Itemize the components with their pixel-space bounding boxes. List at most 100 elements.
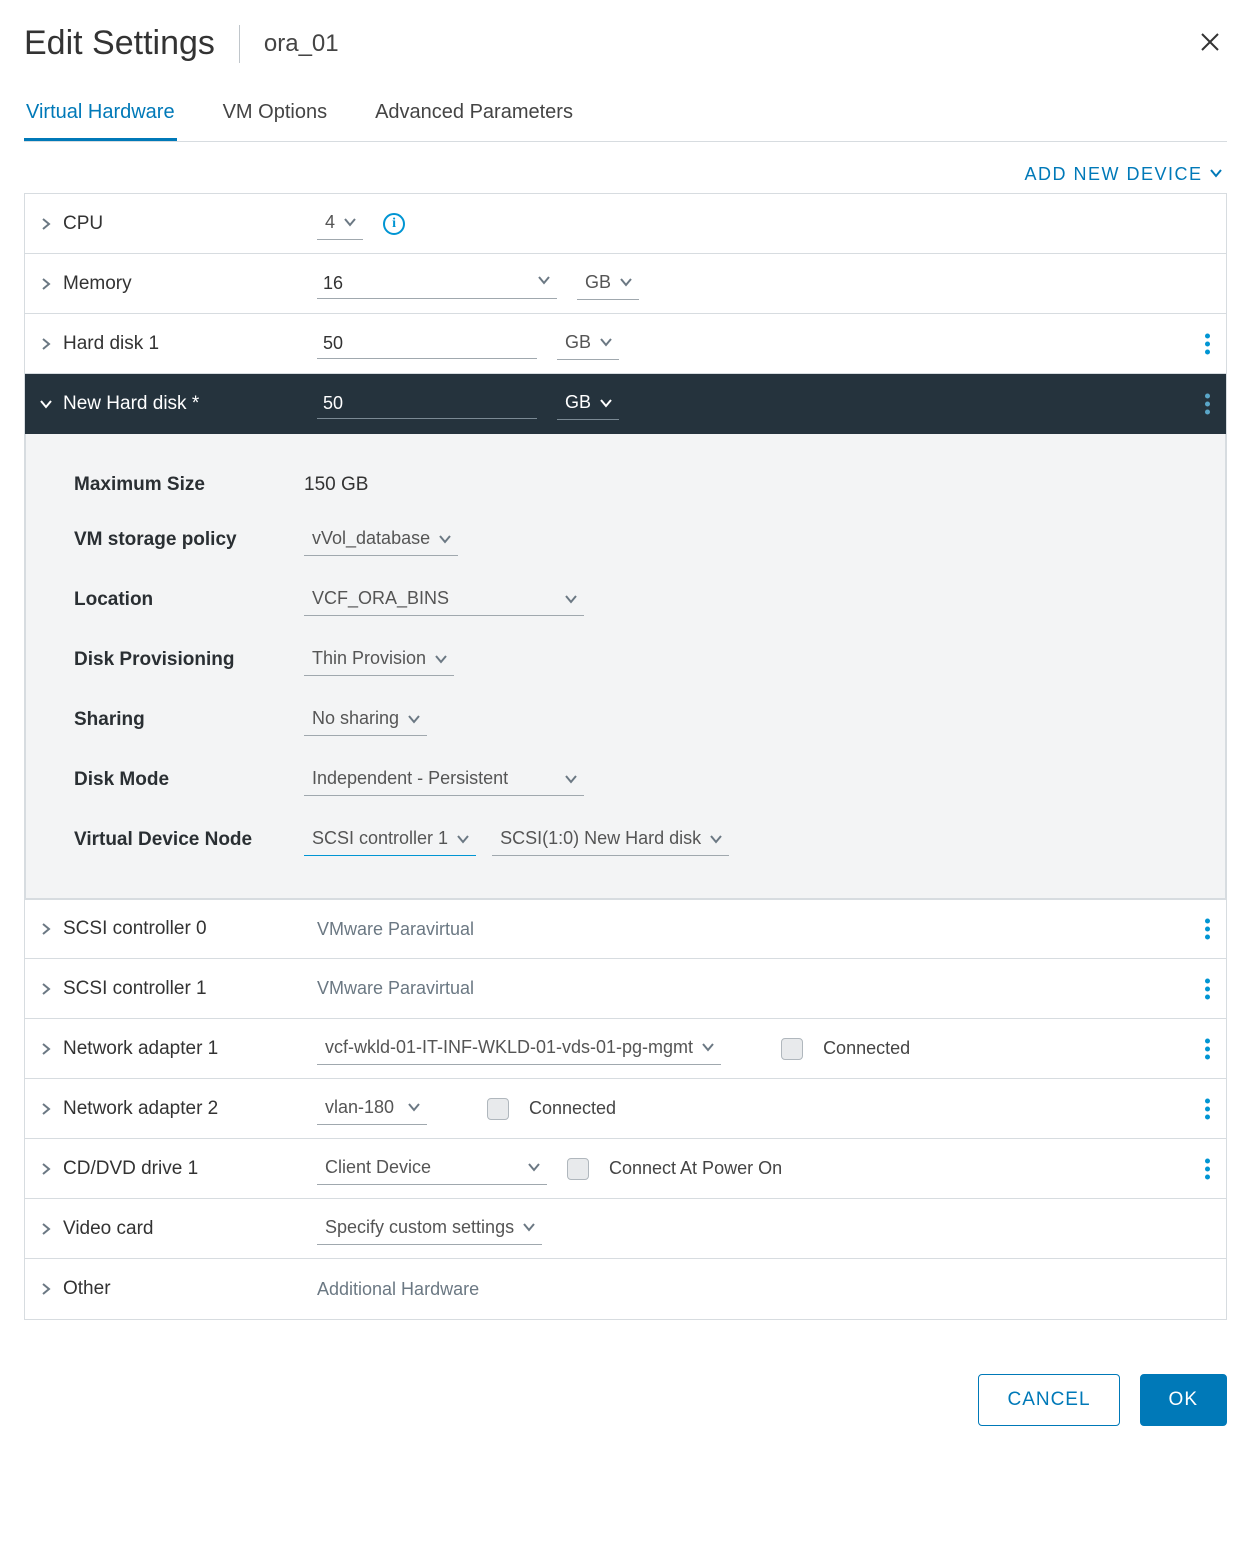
row-video-card: Video card Specify custom settings	[25, 1199, 1226, 1259]
location-label: Location	[74, 589, 304, 611]
chevron-right-icon[interactable]	[39, 1102, 57, 1116]
cancel-button[interactable]: CANCEL	[978, 1374, 1119, 1426]
cpu-label: CPU	[63, 213, 103, 235]
row-cd-dvd-drive-1: CD/DVD drive 1 Client Device Connect At …	[25, 1139, 1226, 1199]
max-size-label: Maximum Size	[74, 474, 304, 496]
new-hard-disk-unit-value: GB	[565, 392, 591, 413]
vdn-slot-select[interactable]: SCSI(1:0) New Hard disk	[492, 824, 729, 856]
chevron-right-icon[interactable]	[39, 277, 57, 291]
row-scsi-controller-1: SCSI controller 1 VMware Paravirtual	[25, 959, 1226, 1019]
cpu-count-select[interactable]: 4	[317, 208, 363, 240]
memory-unit-select[interactable]: GB	[577, 268, 639, 300]
hard-disk-1-size-input[interactable]	[317, 329, 537, 359]
row-hard-disk-1: Hard disk 1 GB	[25, 314, 1226, 374]
chevron-down-icon	[599, 335, 613, 349]
dialog-footer: CANCEL OK	[24, 1374, 1227, 1426]
net2-network-select[interactable]: vlan-180	[317, 1093, 427, 1125]
hard-disk-1-unit-value: GB	[565, 332, 591, 353]
tab-bar: Virtual Hardware VM Options Advanced Par…	[24, 101, 1227, 142]
chevron-down-icon	[456, 832, 470, 846]
location-value: VCF_ORA_BINS	[312, 588, 449, 609]
net1-connected-checkbox[interactable]	[781, 1038, 803, 1060]
cd-device-select[interactable]: Client Device	[317, 1153, 547, 1185]
net1-network-select[interactable]: vcf-wkld-01-IT-INF-WKLD-01-vds-01-pg-mgm…	[317, 1033, 721, 1065]
cd-label: CD/DVD drive 1	[63, 1158, 198, 1180]
vdn-controller-value: SCSI controller 1	[312, 828, 448, 849]
chevron-down-icon	[527, 1160, 541, 1174]
scsi1-label: SCSI controller 1	[63, 978, 207, 1000]
max-size-value: 150 GB	[304, 474, 368, 496]
net2-label: Network adapter 2	[63, 1098, 218, 1120]
kebab-menu-icon[interactable]	[1199, 972, 1216, 1005]
row-new-hard-disk: New Hard disk * GB	[25, 374, 1226, 434]
virtual-device-node-label: Virtual Device Node	[74, 829, 304, 851]
chevron-right-icon[interactable]	[39, 982, 57, 996]
net1-label: Network adapter 1	[63, 1038, 218, 1060]
chevron-right-icon[interactable]	[39, 337, 57, 351]
chevron-down-icon[interactable]	[39, 397, 57, 411]
location-select[interactable]: VCF_ORA_BINS	[304, 584, 584, 616]
net2-network-value: vlan-180	[325, 1097, 394, 1118]
add-new-device-button[interactable]: ADD NEW DEVICE	[1024, 164, 1223, 184]
new-hard-disk-unit-select[interactable]: GB	[557, 388, 619, 420]
cd-connect-label: Connect At Power On	[609, 1158, 782, 1179]
close-icon[interactable]	[1193, 28, 1227, 60]
chevron-right-icon[interactable]	[39, 1222, 57, 1236]
chevron-down-icon[interactable]	[537, 273, 551, 287]
dialog-header: Edit Settings ora_01	[24, 24, 1227, 63]
row-cpu: CPU 4 i	[25, 194, 1226, 254]
cpu-count-value: 4	[325, 212, 335, 233]
vm-name: ora_01	[264, 30, 339, 58]
row-memory: Memory GB	[25, 254, 1226, 314]
chevron-right-icon[interactable]	[39, 1042, 57, 1056]
video-settings-select[interactable]: Specify custom settings	[317, 1213, 542, 1245]
ok-button[interactable]: OK	[1140, 1374, 1227, 1426]
tab-vm-options[interactable]: VM Options	[221, 101, 329, 141]
chevron-right-icon[interactable]	[39, 217, 57, 231]
memory-label: Memory	[63, 273, 132, 295]
hardware-panel: CPU 4 i Memory GB Hard disk 1	[24, 193, 1227, 1320]
cd-connect-checkbox[interactable]	[567, 1158, 589, 1180]
storage-policy-value: vVol_database	[312, 528, 430, 549]
kebab-menu-icon[interactable]	[1199, 1092, 1216, 1125]
vdn-controller-select[interactable]: SCSI controller 1	[304, 824, 476, 856]
disk-mode-label: Disk Mode	[74, 769, 304, 791]
chevron-right-icon[interactable]	[39, 922, 57, 936]
cd-device-value: Client Device	[325, 1157, 431, 1178]
disk-mode-select[interactable]: Independent - Persistent	[304, 764, 584, 796]
disk-provisioning-select[interactable]: Thin Provision	[304, 644, 454, 676]
chevron-down-icon	[343, 215, 357, 229]
storage-policy-label: VM storage policy	[74, 529, 304, 551]
tab-virtual-hardware[interactable]: Virtual Hardware	[24, 101, 177, 141]
new-hard-disk-size-input[interactable]	[317, 389, 537, 419]
chevron-down-icon	[709, 832, 723, 846]
kebab-menu-icon[interactable]	[1199, 327, 1216, 360]
add-new-device-label: ADD NEW DEVICE	[1024, 164, 1202, 184]
info-icon[interactable]: i	[383, 213, 405, 235]
scsi0-label: SCSI controller 0	[63, 918, 207, 940]
dialog-title: Edit Settings	[24, 24, 215, 63]
net2-connected-checkbox[interactable]	[487, 1098, 509, 1120]
chevron-down-icon	[434, 652, 448, 666]
chevron-down-icon	[619, 275, 633, 289]
chevron-down-icon	[407, 712, 421, 726]
kebab-menu-icon[interactable]	[1199, 1152, 1216, 1185]
kebab-menu-icon[interactable]	[1199, 388, 1216, 421]
sharing-select[interactable]: No sharing	[304, 704, 427, 736]
storage-policy-select[interactable]: vVol_database	[304, 524, 458, 556]
chevron-right-icon[interactable]	[39, 1282, 57, 1296]
net1-connected-label: Connected	[823, 1038, 910, 1059]
net2-connected-label: Connected	[529, 1098, 616, 1119]
sharing-label: Sharing	[74, 709, 304, 731]
chevron-right-icon[interactable]	[39, 1162, 57, 1176]
kebab-menu-icon[interactable]	[1199, 913, 1216, 946]
chevron-down-icon	[599, 396, 613, 410]
kebab-menu-icon[interactable]	[1199, 1032, 1216, 1065]
scsi1-value: VMware Paravirtual	[317, 978, 474, 999]
hard-disk-1-unit-select[interactable]: GB	[557, 328, 619, 360]
hard-disk-1-label: Hard disk 1	[63, 333, 159, 355]
memory-input[interactable]	[317, 269, 557, 299]
chevron-down-icon	[564, 772, 578, 786]
tab-advanced-parameters[interactable]: Advanced Parameters	[373, 101, 575, 141]
chevron-down-icon	[522, 1220, 536, 1234]
